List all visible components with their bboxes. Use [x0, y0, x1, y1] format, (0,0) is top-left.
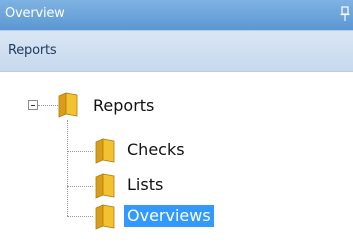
- panel-title: Overview: [5, 6, 65, 21]
- tree-node-overviews[interactable]: Overviews: [124, 205, 214, 227]
- section-label-reports[interactable]: Reports: [8, 43, 57, 58]
- tree-line-vertical: [67, 120, 68, 216]
- tree-node-checks[interactable]: Checks: [124, 139, 188, 161]
- tree-node-lists[interactable]: Lists: [124, 174, 166, 196]
- reports-tree: Reports Checks Lists Overviews: [0, 72, 353, 252]
- overview-panel: Overview Reports Reports Checks Lists Ov…: [0, 0, 353, 252]
- folder-open-icon: [58, 92, 78, 118]
- tree-line-overviews: [67, 216, 93, 217]
- tree-line-root-h: [38, 105, 58, 106]
- panel-titlebar: Overview: [0, 0, 353, 30]
- tree-line-checks: [67, 151, 93, 152]
- folder-icon: [95, 173, 115, 199]
- folder-icon: [95, 138, 115, 164]
- reports-section-header: Reports: [0, 30, 353, 72]
- tree-line-lists: [67, 186, 93, 187]
- pin-icon[interactable]: [340, 5, 350, 23]
- folder-icon: [95, 204, 115, 230]
- minus-expander-icon[interactable]: [28, 100, 38, 110]
- tree-node-reports[interactable]: Reports: [90, 95, 157, 117]
